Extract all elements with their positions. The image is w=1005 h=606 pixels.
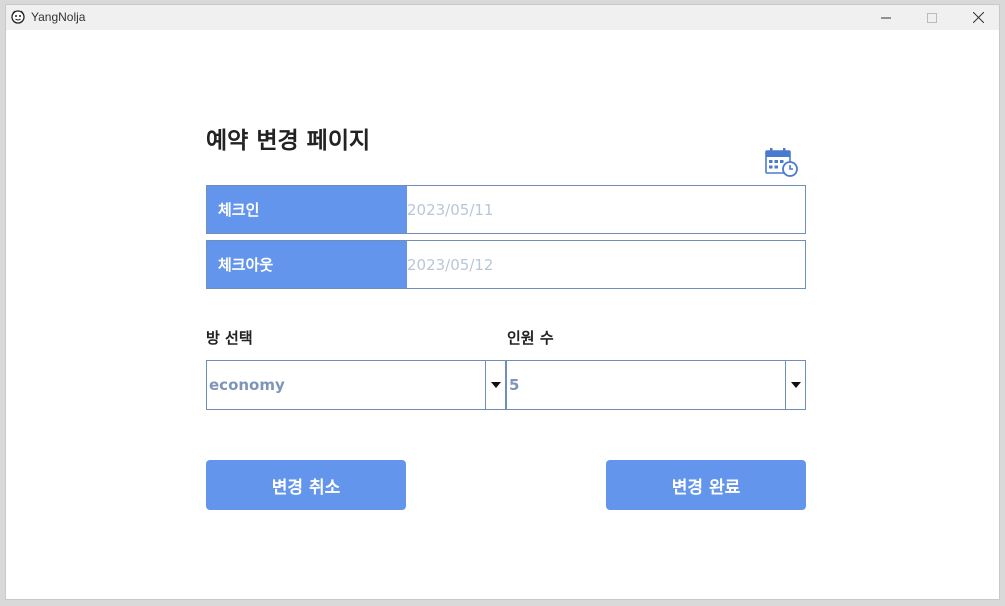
page-title: 예약 변경 페이지 bbox=[206, 128, 371, 154]
confirm-change-button[interactable]: 변경 완료 bbox=[606, 460, 806, 510]
minimize-button[interactable] bbox=[863, 5, 909, 30]
window-title: YangNolja bbox=[31, 10, 86, 24]
close-button[interactable] bbox=[955, 5, 1001, 30]
checkin-field[interactable]: 체크인 2023/05/11 bbox=[206, 185, 806, 234]
maximize-icon bbox=[927, 12, 937, 23]
chevron-down-icon bbox=[790, 382, 801, 388]
checkin-label: 체크인 bbox=[207, 186, 407, 233]
checkin-date-input[interactable]: 2023/05/11 bbox=[407, 186, 805, 233]
room-dropdown-button[interactable] bbox=[485, 361, 505, 409]
maximize-button[interactable] bbox=[909, 5, 955, 30]
calendar-clock-icon[interactable] bbox=[765, 146, 799, 178]
cancel-change-button[interactable]: 변경 취소 bbox=[206, 460, 406, 510]
room-select-dropdown[interactable]: economy bbox=[206, 360, 506, 410]
people-selected-value: 5 bbox=[509, 376, 520, 394]
title-bar[interactable]: YangNolja bbox=[6, 5, 999, 30]
minimize-icon bbox=[881, 17, 891, 18]
checkout-date-input[interactable]: 2023/05/12 bbox=[407, 241, 805, 288]
checkout-field[interactable]: 체크아웃 2023/05/12 bbox=[206, 240, 806, 289]
checkout-label: 체크아웃 bbox=[207, 241, 407, 288]
people-dropdown-button[interactable] bbox=[785, 361, 805, 409]
room-selected-value: economy bbox=[209, 376, 285, 394]
chevron-down-icon bbox=[490, 382, 501, 388]
app-window: YangNolja 예약 변경 페이지 체크인 2023/05/11 체크아웃 … bbox=[5, 4, 1000, 600]
people-count-dropdown[interactable]: 5 bbox=[506, 360, 806, 410]
room-select-label: 방 선택 bbox=[206, 329, 253, 347]
app-icon bbox=[11, 10, 25, 24]
people-count-label: 인원 수 bbox=[507, 329, 554, 347]
close-icon bbox=[972, 12, 984, 23]
